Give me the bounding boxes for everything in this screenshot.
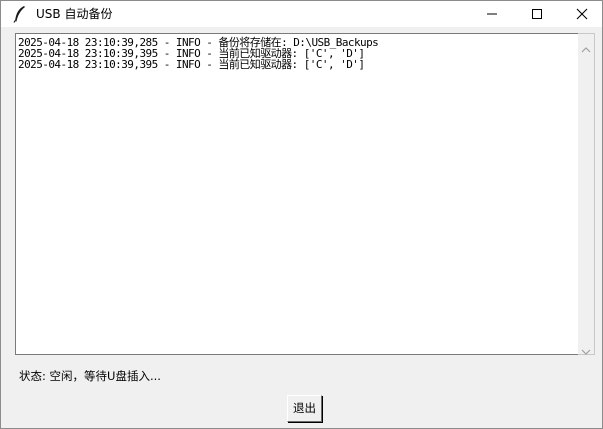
- minimize-button[interactable]: [469, 1, 515, 27]
- log-text-area[interactable]: 2025-04-18 23:10:39,285 - INFO - 备份将存储在:…: [15, 33, 578, 355]
- close-icon: [576, 8, 588, 20]
- chevron-up-icon[interactable]: [581, 39, 591, 53]
- vertical-scrollbar[interactable]: [578, 33, 595, 355]
- maximize-icon: [532, 9, 542, 19]
- close-button[interactable]: [559, 1, 602, 27]
- chevron-down-icon[interactable]: [581, 341, 591, 355]
- minimize-icon: [487, 13, 497, 15]
- status-label: 状态: 空闲，等待U盘插入...: [19, 369, 161, 383]
- maximize-button[interactable]: [514, 1, 560, 27]
- feather-icon: [12, 5, 28, 23]
- title-bar[interactable]: USB 自动备份: [1, 1, 602, 27]
- window-title: USB 自动备份: [36, 7, 113, 21]
- exit-button[interactable]: 退出: [287, 395, 322, 422]
- log-line: 2025-04-18 23:10:39,395 - INFO - 当前已知驱动器…: [18, 58, 365, 71]
- app-window: USB 自动备份 2025-04-18 23:10:39,285 - INFO …: [0, 0, 603, 429]
